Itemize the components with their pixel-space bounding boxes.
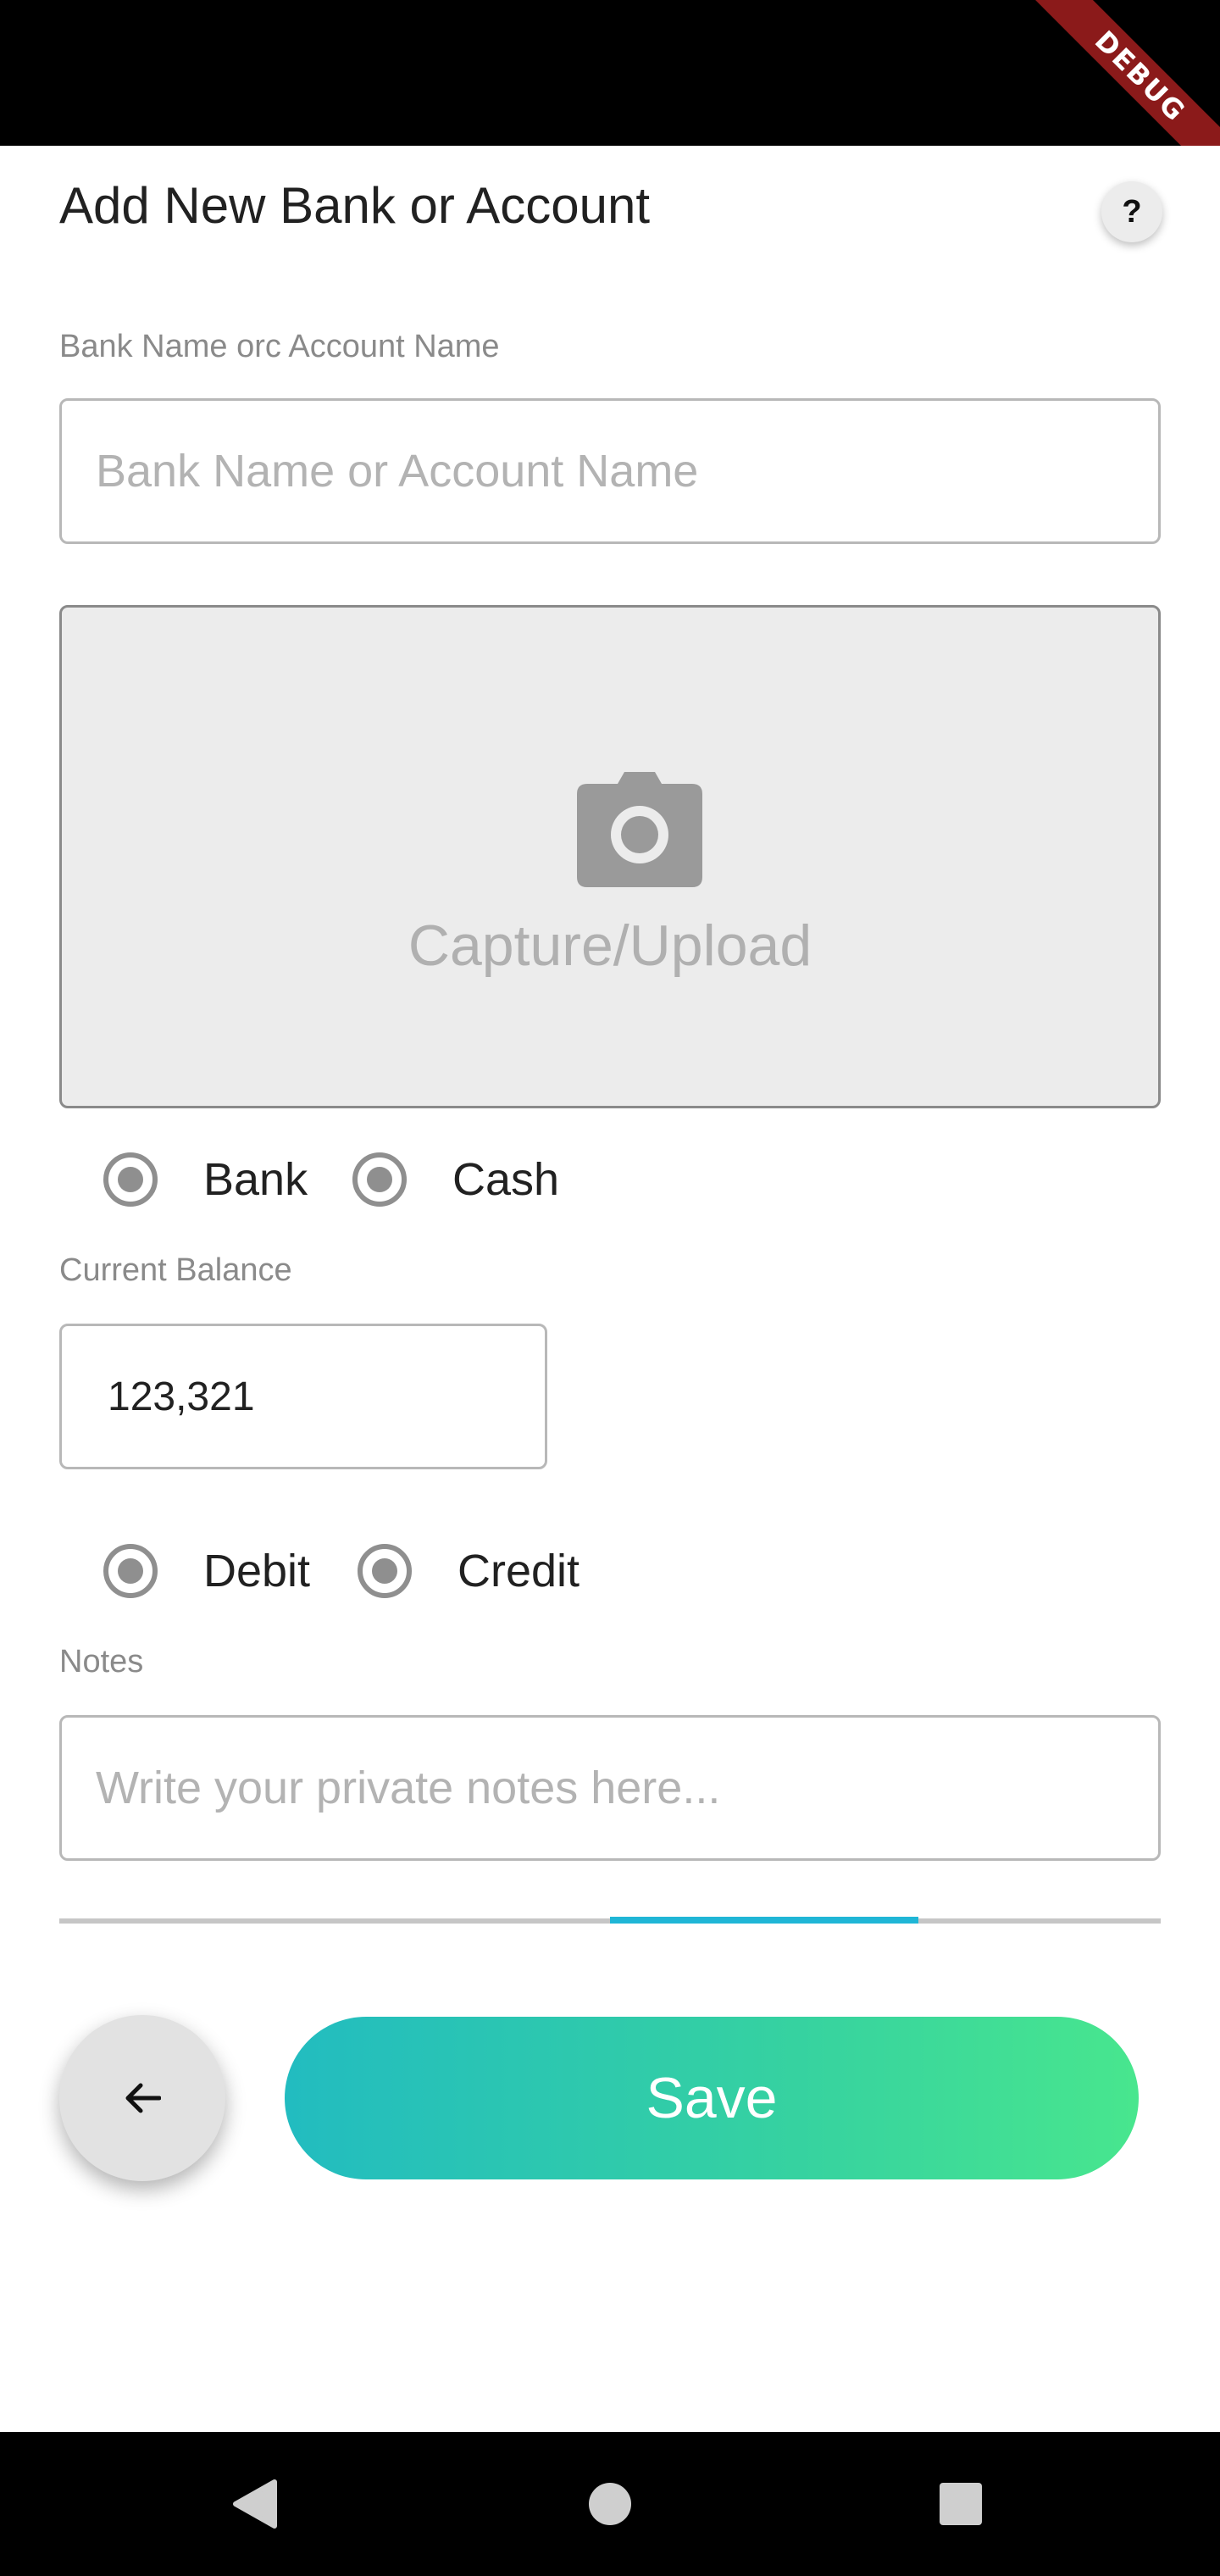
status-bar: DEBUG [0,0,1220,146]
page-title: Add New Bank or Account [59,177,651,234]
account-name-label: Bank Name orc Account Name [59,329,500,364]
radio-cash[interactable]: Cash [352,1152,559,1207]
radio-bank-indicator [103,1152,158,1207]
account-name-input[interactable] [59,398,1161,544]
current-balance-input[interactable] [59,1324,547,1469]
arrow-left-icon [125,2083,161,2113]
radio-cash-indicator [352,1152,407,1207]
triangle-back-icon [233,2479,277,2529]
circle-home-icon [589,2483,631,2525]
system-nav-bar [0,2432,1220,2576]
help-button[interactable]: ? [1101,181,1162,242]
capture-upload-label: Capture/Upload [408,913,812,978]
radio-credit-label: Credit [458,1546,580,1596]
radio-credit[interactable]: Credit [358,1544,580,1598]
radio-credit-indicator [358,1544,412,1598]
radio-debit-label: Debit [203,1546,311,1596]
radio-debit-indicator [103,1544,158,1598]
back-button[interactable] [59,2015,225,2181]
camera-icon [577,772,702,887]
radio-cash-label: Cash [452,1154,560,1205]
progress-indicator [610,1917,918,1924]
debug-banner: DEBUG [1018,0,1220,146]
radio-debit[interactable]: Debit [103,1544,310,1598]
capture-upload-area[interactable]: Capture/Upload [59,605,1161,1108]
notes-input[interactable] [59,1715,1161,1861]
help-icon: ? [1122,193,1142,230]
notes-label: Notes [59,1644,144,1679]
current-balance-label: Current Balance [59,1252,292,1288]
radio-bank-label: Bank [203,1154,308,1205]
save-button[interactable]: Save [285,2017,1139,2179]
square-recents-icon [940,2483,982,2525]
nav-back-button[interactable] [203,2432,305,2576]
radio-bank[interactable]: Bank [103,1152,308,1207]
nav-recents-button[interactable] [910,2432,1012,2576]
nav-home-button[interactable] [559,2432,661,2576]
